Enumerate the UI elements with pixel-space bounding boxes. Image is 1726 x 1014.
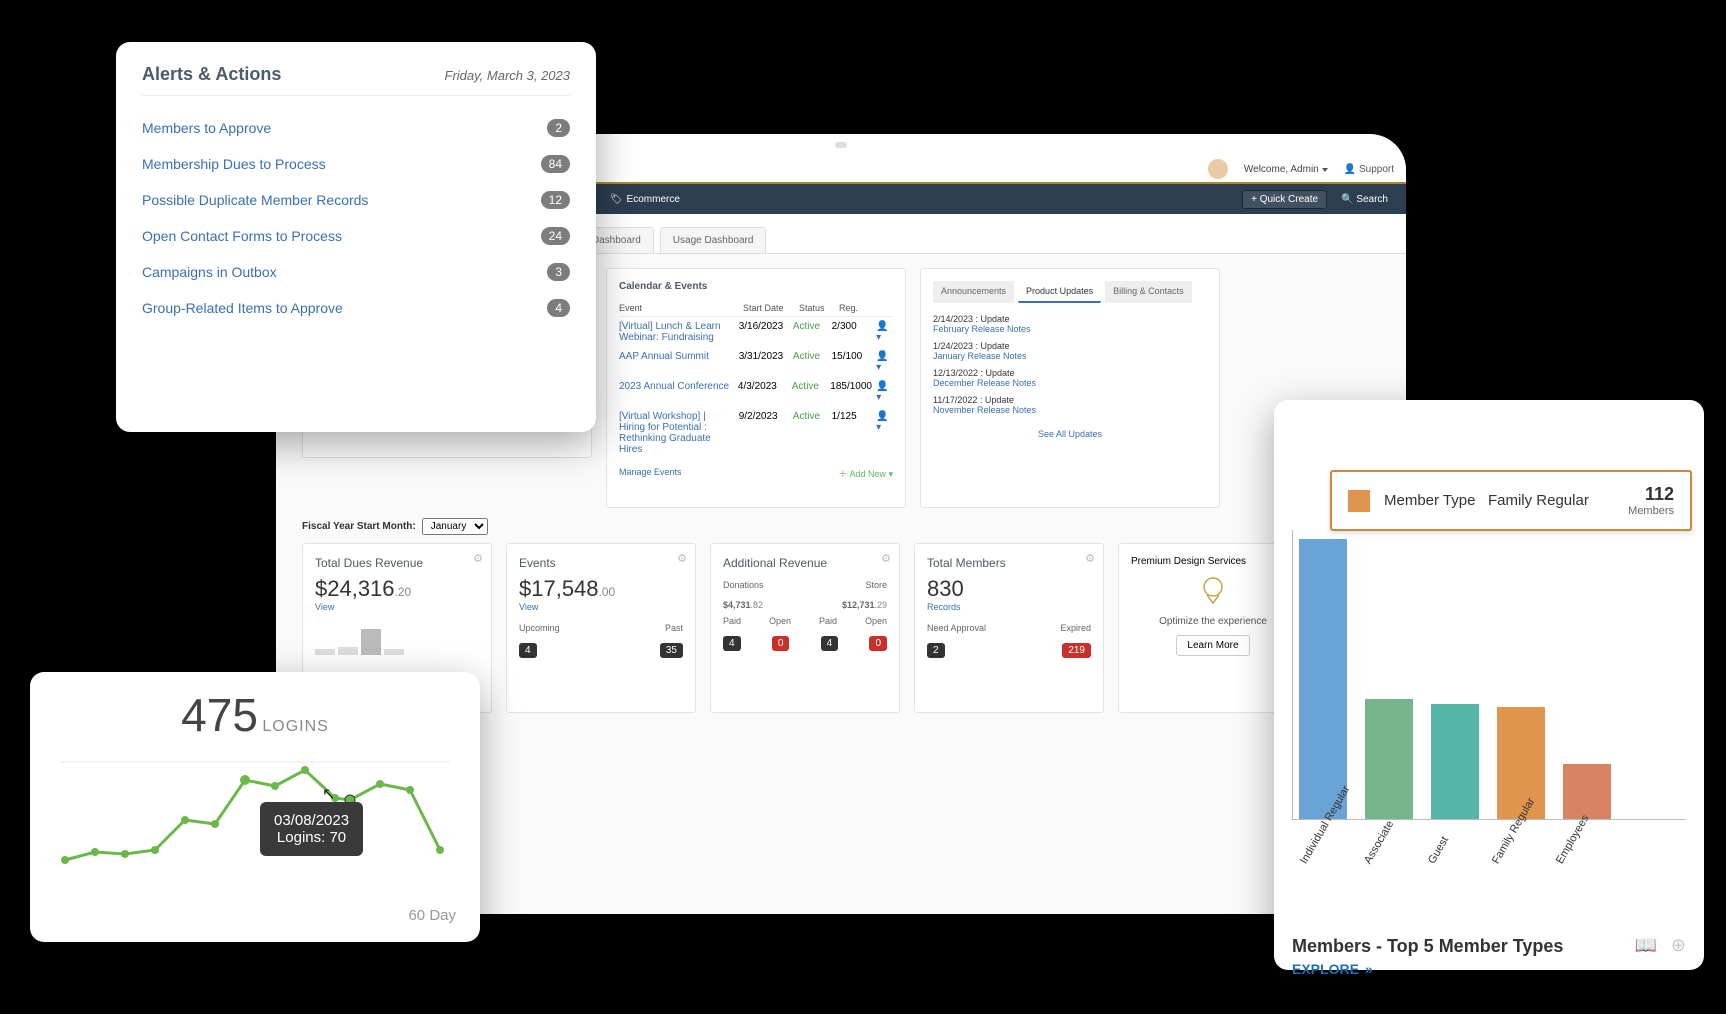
tab-billing-contacts[interactable]: Billing & Contacts [1105, 281, 1192, 303]
view-link[interactable]: View [315, 602, 334, 612]
alert-count: 12 [541, 191, 570, 209]
event-row: [Virtual] Lunch & Learn Webinar: Fundrai… [619, 317, 893, 347]
view-link[interactable]: View [519, 602, 538, 612]
alert-count: 4 [547, 299, 570, 317]
person-add-icon[interactable]: 👤▾ [876, 321, 893, 343]
alerts-title: Alerts & Actions [142, 64, 281, 85]
event-row: 2023 Annual Conference4/3/2023Active185/… [619, 377, 893, 407]
kpi-additional-revenue: ⚙ Additional Revenue DonationsStore $4,7… [710, 543, 900, 713]
logins-label: LOGINS [262, 718, 328, 735]
alert-link[interactable]: Group-Related Items to Approve [142, 300, 343, 316]
manage-events-link[interactable]: Manage Events [619, 467, 682, 480]
bar-guest[interactable] [1431, 704, 1479, 819]
person-add-icon[interactable]: 👤▾ [876, 381, 893, 403]
quick-create-button[interactable]: + Quick Create [1242, 190, 1327, 209]
chart-period: 60 Day [408, 907, 456, 924]
alert-link[interactable]: Campaigns in Outbox [142, 264, 277, 280]
gear-icon[interactable]: ⚙ [881, 552, 891, 565]
add-event-link[interactable]: ＋ Add New ▾ [838, 467, 893, 480]
alert-count: 84 [541, 155, 570, 173]
bar-individual-regular[interactable] [1299, 539, 1347, 819]
search-button[interactable]: 🔍 Search [1333, 191, 1396, 208]
tab-product-updates[interactable]: Product Updates [1018, 281, 1101, 303]
records-link[interactable]: Records [927, 602, 961, 612]
events-title: Calendar & Events [619, 281, 893, 292]
bar-chart-tooltip: Member Type Family Regular 112Members [1330, 470, 1692, 531]
alert-link[interactable]: Members to Approve [142, 120, 271, 136]
color-swatch [1348, 490, 1370, 512]
bar-chart-xlabels: Individual Regular Associate Guest Famil… [1292, 820, 1686, 872]
update-item: 2/14/2023 : UpdateFebruary Release Notes [933, 311, 1207, 338]
logins-count: 475 [181, 688, 258, 742]
gear-icon[interactable]: ⚙ [677, 552, 687, 565]
member-types-bar-chart[interactable] [1292, 530, 1686, 820]
zoom-icon[interactable]: ⊕ [1671, 935, 1686, 956]
chart-tooltip: 03/08/2023 Logins: 70 [260, 802, 363, 856]
logins-chart-popup: 475 LOGINS ↖ 03/08/2023 Logins: 70 60 Da… [30, 672, 480, 942]
explore-link[interactable]: EXPLORE » [1292, 961, 1686, 977]
alert-link[interactable]: Possible Duplicate Member Records [142, 192, 368, 208]
tab-usage-dashboard[interactable]: Usage Dashboard [660, 227, 767, 253]
nav-ecommerce[interactable]: 🏷 Ecommerce [600, 194, 690, 205]
gear-icon[interactable]: ⚙ [473, 552, 483, 565]
member-types-title: Members - Top 5 Member Types [1292, 936, 1686, 957]
updates-panel: Announcements Product Updates Billing & … [920, 268, 1220, 508]
alerts-actions-popup: Alerts & Actions Friday, March 3, 2023 M… [116, 42, 596, 432]
cursor-icon: ↖ [322, 784, 335, 804]
alert-link[interactable]: Membership Dues to Process [142, 156, 326, 172]
bar-family-regular[interactable] [1497, 707, 1545, 819]
tab-announcements[interactable]: Announcements [933, 281, 1014, 303]
chevron-right-icon: » [1365, 961, 1373, 977]
logins-line-chart[interactable] [50, 742, 460, 882]
bar-associate[interactable] [1365, 699, 1413, 819]
book-icon[interactable]: 📖 [1634, 935, 1656, 956]
kpi-total-members: ⚙ Total Members 830 Records Need Approva… [914, 543, 1104, 713]
member-types-popup: Member Type Family Regular 112Members In… [1274, 400, 1704, 970]
alert-link[interactable]: Open Contact Forms to Process [142, 228, 342, 244]
gear-icon[interactable]: ⚙ [1085, 552, 1095, 565]
person-add-icon[interactable]: 👤▾ [876, 351, 893, 373]
support-link[interactable]: 👤 Support [1344, 164, 1394, 175]
balloon-icon [1193, 575, 1233, 605]
calendar-events-panel: Calendar & Events EventStart DateStatusR… [606, 268, 906, 508]
bar-employees[interactable] [1563, 764, 1611, 819]
alert-count: 2 [547, 119, 570, 137]
see-all-updates-link[interactable]: See All Updates [933, 419, 1207, 439]
event-row: [Virtual Workshop] | Hiring for Potentia… [619, 407, 893, 459]
update-item: 1/24/2023 : UpdateJanuary Release Notes [933, 338, 1207, 365]
update-item: 11/17/2022 : UpdateNovember Release Note… [933, 392, 1207, 419]
update-item: 12/13/2022 : UpdateDecember Release Note… [933, 365, 1207, 392]
kpi-events: ⚙ Events $17,548.00 View UpcomingPast 43… [506, 543, 696, 713]
person-add-icon[interactable]: 👤▾ [876, 411, 893, 433]
fiscal-year-row: Fiscal Year Start Month: January [302, 518, 1380, 535]
learn-more-button[interactable]: Learn More [1176, 635, 1249, 656]
fiscal-year-select[interactable]: January [422, 518, 488, 535]
avatar[interactable] [1208, 159, 1228, 179]
alert-count: 3 [547, 263, 570, 281]
events-header: EventStart DateStatusReg. [619, 300, 893, 317]
alerts-date: Friday, March 3, 2023 [445, 68, 570, 83]
welcome-label[interactable]: Welcome, Admin [1244, 164, 1328, 175]
alert-count: 24 [541, 227, 570, 245]
event-row: AAP Annual Summit3/31/2023Active15/100👤▾ [619, 347, 893, 377]
